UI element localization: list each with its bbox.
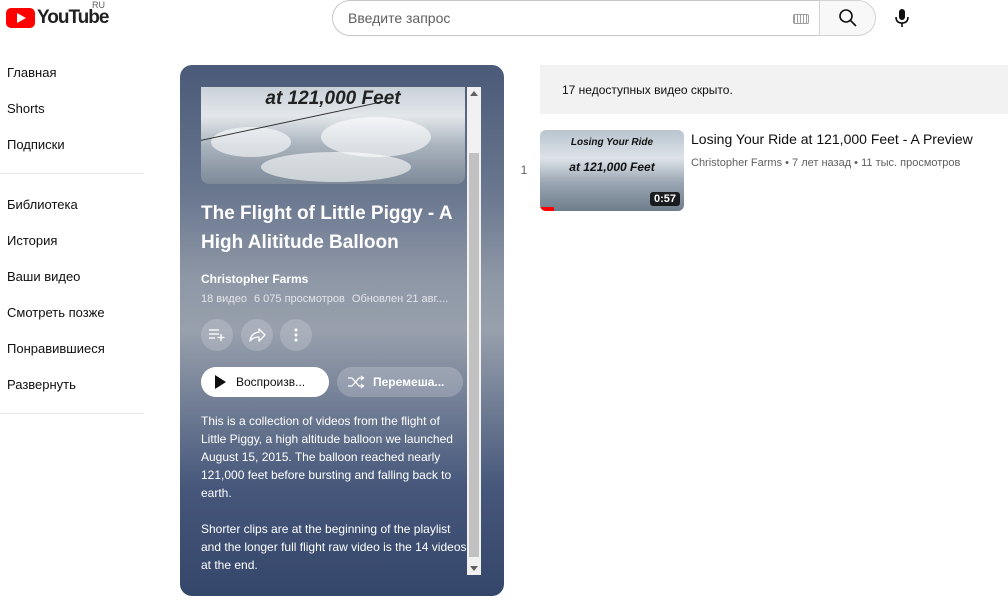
sidebar-divider [0,413,144,414]
sidebar-divider [0,173,144,174]
microphone-icon [895,9,909,27]
video-index: 1 [520,163,528,177]
share-icon [249,328,266,342]
panel-scrollbar[interactable] [467,87,481,575]
keyboard-icon[interactable] [793,14,809,24]
youtube-play-icon [6,8,35,28]
sidebar-item-home[interactable]: Главная [0,54,144,90]
cloud-shape [211,127,291,157]
view-count: 6 075 просмотров [254,293,345,305]
search-input[interactable] [348,10,768,26]
playlist-thumbnail[interactable]: at 121,000 Feet [201,87,465,184]
playlist-owner-link[interactable]: Christopher Farms [201,272,308,286]
search-icon [838,9,857,27]
playlist-header-panel: at 121,000 Feet The Flight of Little Pig… [180,65,504,596]
cloud-shape [321,117,431,157]
more-actions-button[interactable] [280,319,312,351]
sidebar: Главная Shorts Подписки Библиотека Истор… [0,54,144,426]
play-all-label: Воспроизв... [236,375,306,389]
shuffle-icon [348,375,365,389]
sidebar-item-your-videos[interactable]: Ваши видео [0,258,144,294]
search-bar [332,0,876,36]
sidebar-item-library[interactable]: Библиотека [0,186,144,222]
cloud-shape [261,152,411,182]
sidebar-item-shorts[interactable]: Shorts [0,90,144,126]
video-title[interactable]: Losing Your Ride at 121,000 Feet - A Pre… [691,131,973,147]
video-count: 18 видео [201,293,247,305]
watch-progress-bar [540,207,555,211]
play-icon [215,375,226,389]
playlist-video-item[interactable]: 1 Losing Your Ride at 121,000 Feet 0:57 … [518,130,1008,212]
video-thumbnail[interactable]: Losing Your Ride at 121,000 Feet 0:57 [540,130,684,211]
video-meta: Christopher Farms • 7 лет назад • 11 тыс… [691,157,961,169]
thumbnail-caption: at 121,000 Feet [265,88,401,109]
scroll-up-arrow-icon[interactable] [470,91,478,96]
playlist-add-icon [209,329,225,341]
thumbnail-caption-line1: Losing Your Ride [570,137,654,148]
playlist-description: This is a collection of videos from the … [201,412,467,592]
description-paragraph: This is a collection of videos from the … [201,414,453,500]
video-duration: 0:57 [649,192,680,206]
more-vertical-icon [294,328,298,342]
updated-date: Обновлен 21 авг.... [351,293,449,305]
playlist-stats: 18 видео 6 075 просмотров Обновлен 21 ав… [201,293,452,305]
playlist-title: The Flight of Little Piggy - A High Alit… [201,203,452,253]
thumbnail-caption-line2: at 121,000 Feet [569,160,655,174]
description-paragraph: Shorter clips are at the beginning of th… [201,522,467,572]
sidebar-item-liked[interactable]: Понравившиеся [0,330,144,366]
search-button[interactable] [819,0,876,36]
shuffle-button[interactable]: Перемеша... [337,367,463,397]
save-to-library-button[interactable] [201,319,233,351]
scroll-down-arrow-icon[interactable] [470,566,478,571]
region-label: RU [92,0,105,10]
sidebar-item-subscriptions[interactable]: Подписки [0,126,144,162]
share-button[interactable] [241,319,273,351]
play-all-button[interactable]: Воспроизв... [201,367,329,397]
hidden-videos-notice: 17 недоступных видео скрыто. [540,65,1008,114]
sidebar-item-show-more[interactable]: Развернуть [0,366,144,402]
shuffle-label: Перемеша... [373,375,445,389]
sidebar-item-watch-later[interactable]: Смотреть позже [0,294,144,330]
scrollbar-thumb[interactable] [469,153,479,557]
voice-search-button[interactable] [888,4,916,32]
logo-text: YouTube [37,7,109,28]
search-box [332,0,819,36]
sidebar-item-history[interactable]: История [0,222,144,258]
